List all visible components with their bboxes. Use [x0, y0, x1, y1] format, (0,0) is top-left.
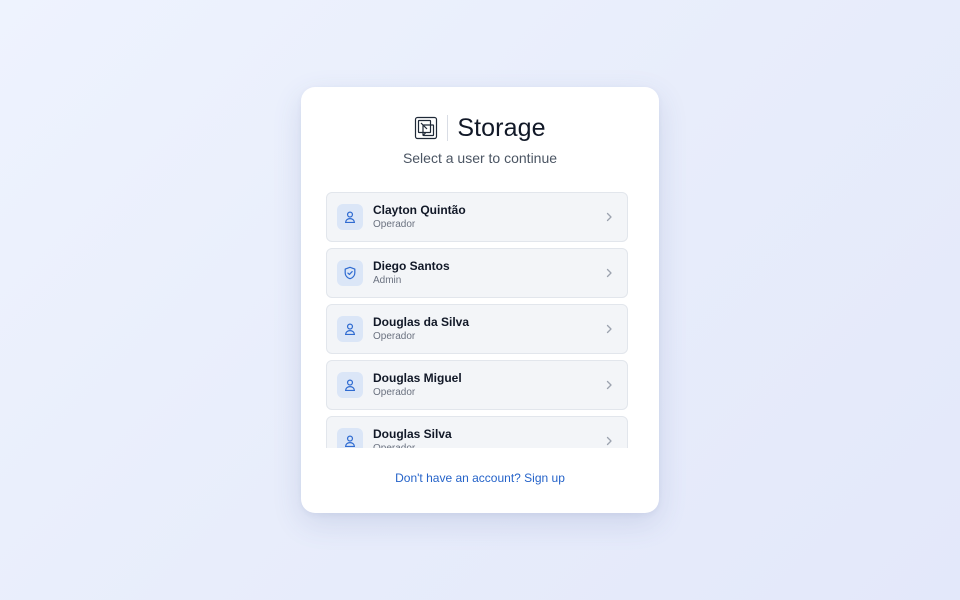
storage-box-icon: [414, 116, 438, 140]
user-item-douglas-silva[interactable]: Douglas Silva Operador: [326, 416, 628, 448]
user-icon: [337, 428, 363, 448]
chevron-right-icon: [601, 265, 617, 281]
user-icon: [337, 372, 363, 398]
user-name: Douglas da Silva: [373, 315, 470, 329]
user-name: Douglas Miguel: [373, 371, 462, 385]
user-name: Clayton Quintão: [373, 203, 466, 217]
user-item-douglas-da-silva[interactable]: Douglas da Silva Operador: [326, 304, 628, 354]
brand-header: Storage: [301, 114, 659, 142]
user-item-clayton-quintao[interactable]: Clayton Quintão Operador: [326, 192, 628, 242]
user-item-douglas-miguel[interactable]: Douglas Miguel Operador: [326, 360, 628, 410]
chevron-right-icon: [601, 321, 617, 337]
user-list[interactable]: Clayton Quintão Operador Diego Santos Ad…: [326, 192, 628, 448]
user-icon: [337, 316, 363, 342]
signup-link[interactable]: Don't have an account? Sign up: [301, 471, 659, 485]
user-role: Admin: [373, 275, 402, 286]
shield-check-icon: [337, 260, 363, 286]
user-role: Operador: [373, 331, 416, 342]
page-subtitle: Select a user to continue: [402, 150, 558, 166]
chevron-right-icon: [601, 377, 617, 393]
app-title: Storage: [457, 113, 546, 142]
user-name: Diego Santos: [373, 259, 450, 273]
user-icon: [337, 204, 363, 230]
chevron-right-icon: [601, 209, 617, 225]
user-role: Operador: [373, 442, 601, 448]
login-card: Storage Select a user to continue Clayto…: [301, 87, 659, 513]
chevron-right-icon: [601, 433, 617, 448]
user-role: Operador: [373, 219, 416, 230]
brand-divider: [447, 115, 449, 141]
user-item-diego-santos[interactable]: Diego Santos Admin: [326, 248, 628, 298]
user-role: Operador: [373, 387, 416, 398]
user-name: Douglas Silva: [373, 427, 452, 441]
